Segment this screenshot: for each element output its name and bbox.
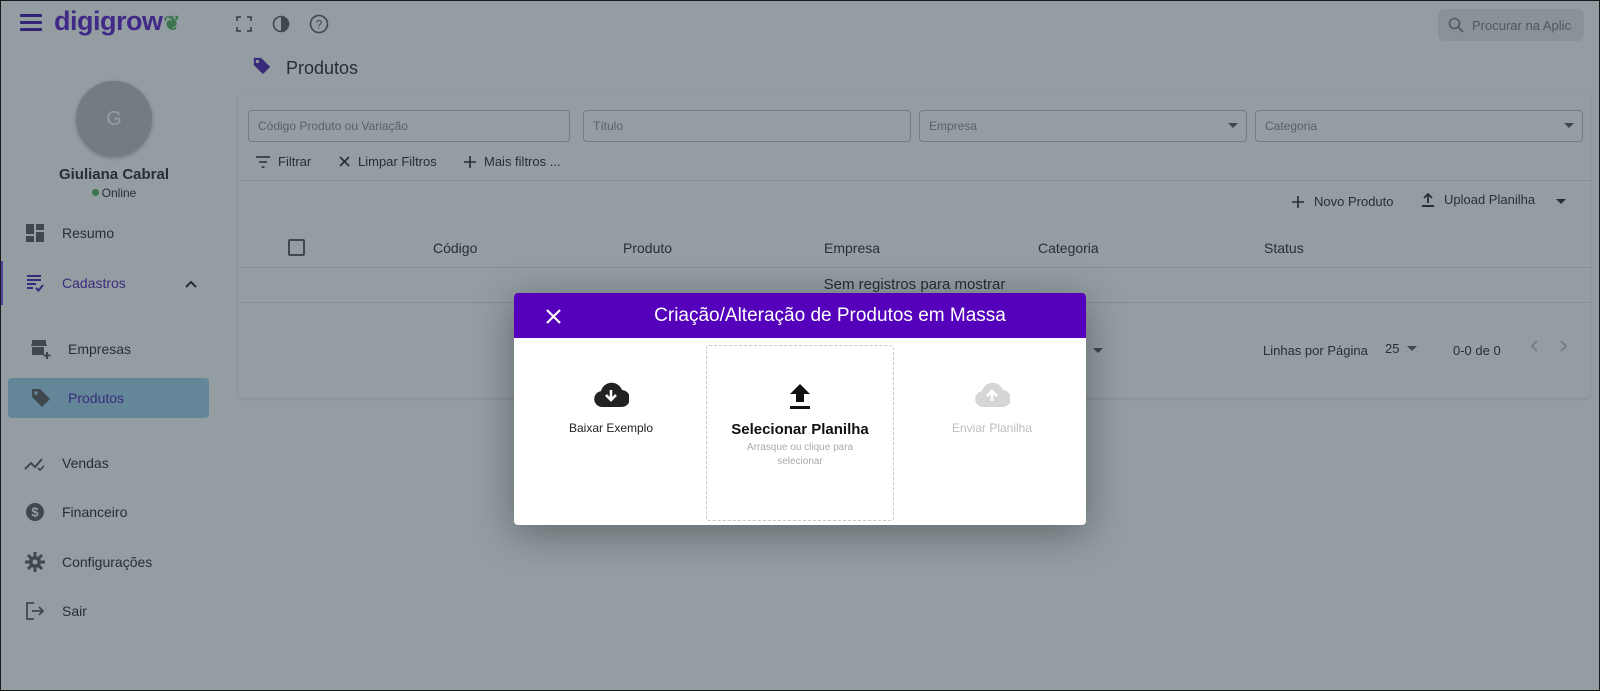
modal-header: Criação/Alteração de Produtos em Massa [514,293,1086,338]
select-sheet-dropzone[interactable]: Selecionar Planilha Arrasque ou clique p… [706,345,894,521]
modal-title: Criação/Alteração de Produtos em Massa [654,305,1006,326]
cloud-download-icon [514,382,708,413]
select-sheet-label: Selecionar Planilha [731,421,869,438]
upload-icon [707,382,893,415]
select-sheet-hint: Arrasque ou clique para selecionar [746,442,854,467]
download-example-label: Baixar Exemplo [568,421,654,435]
bulk-products-modal: Criação/Alteração de Produtos em Massa B… [514,293,1086,525]
send-sheet-label: Enviar Planilha [951,421,1033,435]
download-example-button[interactable]: Baixar Exemplo [514,338,708,525]
close-icon[interactable] [542,305,564,327]
cloud-upload-icon [898,382,1086,413]
send-sheet-button[interactable]: Enviar Planilha [898,338,1086,525]
